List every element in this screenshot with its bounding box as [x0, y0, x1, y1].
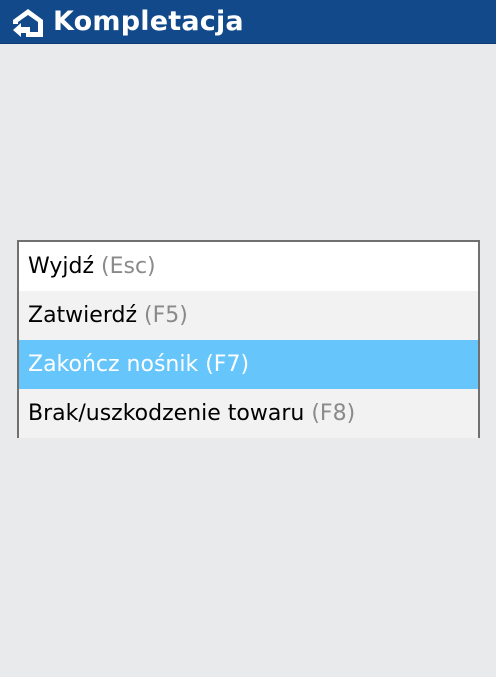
menu-item-label: Zakończ nośnik	[28, 352, 199, 377]
menu-item-exit[interactable]: Wyjdź (Esc)	[19, 242, 478, 291]
menu-item-shortcut: (F5)	[144, 303, 188, 328]
menu-item-confirm[interactable]: Zatwierdź (F5)	[19, 291, 478, 340]
menu-item-shortcut: (F7)	[205, 352, 250, 377]
menu-item-shortcut: (Esc)	[101, 254, 156, 279]
context-menu: Wyjdź (Esc) Zatwierdź (F5) Zakończ nośni…	[17, 240, 480, 438]
title-bar: Kompletacja	[0, 0, 496, 44]
home-back-icon	[13, 9, 43, 37]
menu-item-label: Zatwierdź	[28, 303, 137, 328]
page-title: Kompletacja	[53, 6, 244, 37]
menu-item-finish-carrier[interactable]: Zakończ nośnik (F7)	[19, 340, 478, 389]
home-back-button[interactable]	[10, 6, 46, 40]
menu-item-missing-damaged-goods[interactable]: Brak/uszkodzenie towaru (F8)	[19, 389, 478, 438]
menu-item-label: Wyjdź	[28, 254, 95, 279]
menu-item-label: Brak/uszkodzenie towaru	[28, 401, 305, 426]
menu-item-shortcut: (F8)	[311, 401, 356, 426]
